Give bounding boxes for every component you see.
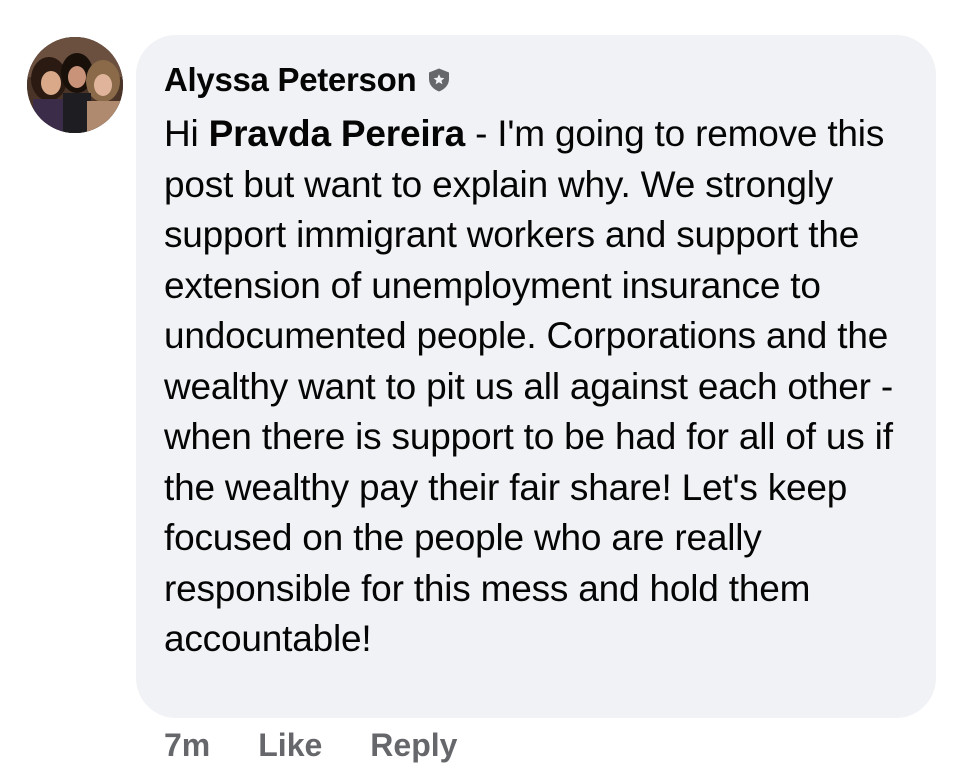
mention-link[interactable]: Pravda Pereira <box>209 113 466 154</box>
comment-text-prefix: Hi <box>164 113 209 154</box>
admin-shield-icon[interactable] <box>426 67 452 93</box>
reply-button[interactable]: Reply <box>370 727 457 764</box>
comment-text-body: - I'm going to remove this post but want… <box>164 113 893 659</box>
timestamp[interactable]: 7m <box>164 727 210 764</box>
avatar-photo <box>27 37 123 133</box>
avatar[interactable] <box>27 37 123 133</box>
like-button[interactable]: Like <box>258 727 322 764</box>
comment-bubble: Alyssa Peterson Hi Pravda Pereira - I'm … <box>136 35 936 718</box>
author-name[interactable]: Alyssa Peterson <box>164 61 417 99</box>
author-row: Alyssa Peterson <box>164 51 906 109</box>
comment-text: Hi Pravda Pereira - I'm going to remove … <box>164 109 906 665</box>
comment: Alyssa Peterson Hi Pravda Pereira - I'm … <box>0 0 960 784</box>
comment-actions: 7m Like Reply <box>164 722 505 768</box>
